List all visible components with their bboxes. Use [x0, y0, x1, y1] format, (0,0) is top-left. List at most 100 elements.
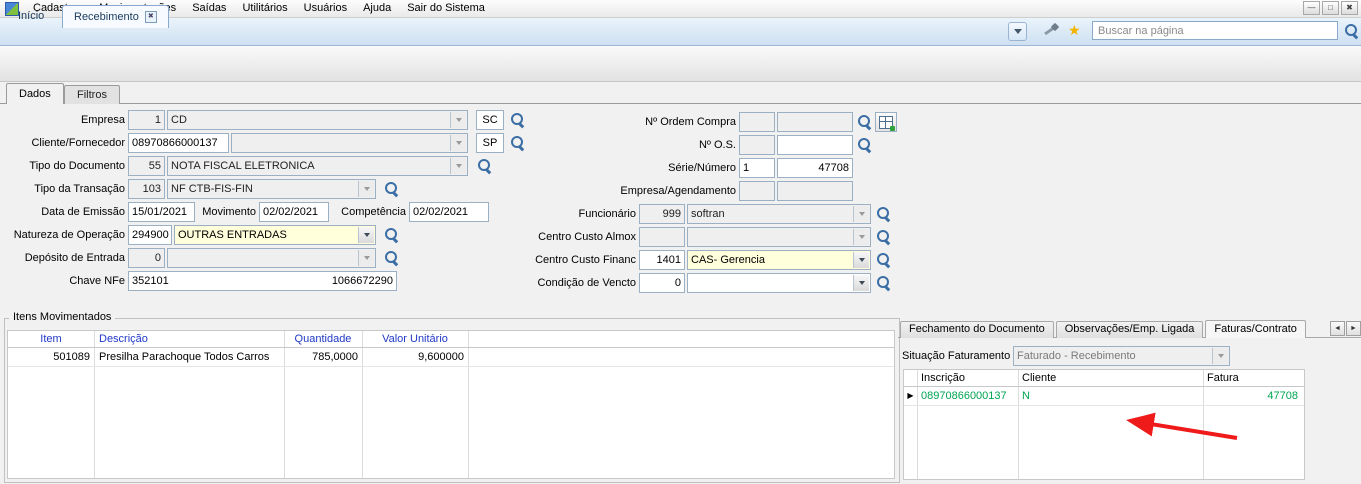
empresa-uf-field[interactable]: SC	[476, 110, 504, 130]
centro-custo-almox-code-field[interactable]	[639, 227, 685, 247]
tipo-documento-lookup-button[interactable]	[476, 157, 494, 175]
faturas-col-fatura[interactable]: Fatura	[1207, 370, 1302, 386]
combo-arrow-icon[interactable]	[358, 227, 374, 243]
centro-custo-financ-combo[interactable]: CAS- Gerencia	[687, 250, 871, 270]
centro-custo-almox-combo[interactable]	[687, 227, 871, 247]
deposito-code-field[interactable]: 0	[128, 248, 165, 268]
natureza-code-field[interactable]: 294900	[128, 225, 172, 245]
combo-arrow-icon[interactable]	[853, 275, 869, 291]
faturas-col-inscricao[interactable]: Inscrição	[921, 370, 1016, 386]
deposito-label: Depósito de Entrada	[0, 248, 125, 268]
itens-col-item[interactable]: Item	[8, 331, 94, 347]
os-lookup-button[interactable]	[856, 136, 874, 154]
ordem-compra-label: Nº Ordem Compra	[560, 112, 736, 132]
combo-arrow-icon	[358, 181, 374, 197]
cliente-name-combo[interactable]	[231, 133, 468, 153]
deposito-lookup-button[interactable]	[383, 249, 401, 267]
cliente-code-field[interactable]: 08970866000137	[128, 133, 229, 153]
tab-dados[interactable]: Dados	[6, 83, 64, 104]
tab-recebimento[interactable]: Recebimento ✖	[62, 5, 169, 28]
movimento-field[interactable]: 02/02/2021	[259, 202, 329, 222]
deposito-combo[interactable]	[167, 248, 376, 268]
os-field2[interactable]	[777, 135, 853, 155]
menu-sair[interactable]: Sair do Sistema	[399, 0, 493, 17]
os-field1[interactable]	[739, 135, 775, 155]
natureza-label: Natureza de Operação	[0, 225, 125, 245]
tab-faturas-contrato[interactable]: Faturas/Contrato	[1205, 320, 1306, 338]
pin-icon[interactable]	[1042, 23, 1058, 39]
favorites-star-icon[interactable]: ★	[1068, 21, 1081, 39]
menu-bar: Cadastros Movimentações Saídas Utilitári…	[0, 0, 1361, 18]
ordem-compra-field1[interactable]	[739, 112, 775, 132]
numero-field[interactable]: 47708	[777, 158, 853, 178]
search-icon[interactable]	[1343, 22, 1361, 40]
tipo-transacao-code-field[interactable]: 103	[128, 179, 165, 199]
itens-col-descricao[interactable]: Descrição	[99, 331, 279, 347]
empresa-agendamento-field2[interactable]	[777, 181, 853, 201]
tab-fechamento-documento[interactable]: Fechamento do Documento	[900, 321, 1054, 338]
situacao-faturamento-combo[interactable]: Faturado - Recebimento	[1013, 346, 1230, 366]
empresa-agendamento-field1[interactable]	[739, 181, 775, 201]
data-emissao-field[interactable]: 15/01/2021	[128, 202, 195, 222]
itens-col-valor[interactable]: Valor Unitário	[362, 331, 468, 347]
competencia-field[interactable]: 02/02/2021	[409, 202, 489, 222]
funcionario-code-field[interactable]: 999	[639, 204, 685, 224]
itens-grid[interactable]: Item Descrição Quantidade Valor Unitário…	[7, 330, 895, 479]
combo-arrow-icon[interactable]	[853, 252, 869, 268]
empresa-lookup-button[interactable]	[509, 111, 527, 129]
chave-nfe-field[interactable]: 352101 1066672290	[128, 271, 397, 291]
centro-custo-financ-code-field[interactable]: 1401	[639, 250, 685, 270]
centro-custo-almox-lookup-button[interactable]	[875, 228, 893, 246]
menu-utilitarios[interactable]: Utilitários	[234, 0, 295, 17]
menu-ajuda[interactable]: Ajuda	[355, 0, 399, 17]
condicao-vencto-lookup-button[interactable]	[875, 274, 893, 292]
cliente-lookup-button[interactable]	[509, 134, 527, 152]
funcionario-combo[interactable]: softran	[687, 204, 871, 224]
centro-custo-financ-lookup-button[interactable]	[875, 251, 893, 269]
menu-saidas[interactable]: Saídas	[184, 0, 234, 17]
serie-numero-label: Série/Número	[560, 158, 736, 178]
empresa-label: Empresa	[0, 110, 125, 130]
table-icon	[879, 116, 893, 129]
combo-arrow-icon	[853, 206, 869, 222]
condicao-vencto-combo[interactable]	[687, 273, 871, 293]
inscricao-cell: 08970866000137	[921, 388, 1016, 404]
centro-custo-almox-label: Centro Custo Almox	[480, 227, 636, 247]
tabs-scroll-left-button[interactable]: ◄	[1330, 321, 1345, 336]
natureza-lookup-button[interactable]	[383, 226, 401, 244]
ordem-compra-field2[interactable]	[777, 112, 853, 132]
itens-col-quantidade[interactable]: Quantidade	[284, 331, 362, 347]
menu-usuarios[interactable]: Usuários	[296, 0, 355, 17]
competencia-label: Competência	[332, 202, 406, 222]
funcionario-lookup-button[interactable]	[875, 205, 893, 223]
faturas-grid[interactable]: Inscrição Cliente Fatura ▶ 0897086600013…	[903, 369, 1305, 480]
tipo-documento-combo[interactable]: NOTA FISCAL ELETRONICA	[167, 156, 468, 176]
tab-close-icon[interactable]: ✖	[145, 11, 157, 23]
serie-field[interactable]: 1	[739, 158, 775, 178]
tab-filtros[interactable]: Filtros	[64, 85, 120, 104]
close-icon[interactable]: ✖	[1341, 1, 1358, 15]
ordem-compra-grid-button[interactable]	[875, 112, 897, 132]
tab-list-dropdown-button[interactable]	[1008, 22, 1027, 41]
combo-arrow-icon	[1212, 348, 1228, 364]
faturas-col-cliente[interactable]: Cliente	[1022, 370, 1200, 386]
maximize-icon[interactable]: □	[1322, 1, 1339, 15]
tabs-scroll-right-button[interactable]: ►	[1346, 321, 1361, 336]
combo-arrow-icon	[450, 112, 466, 128]
search-input[interactable]	[1092, 21, 1338, 40]
row-indicator-icon: ▶	[904, 388, 917, 404]
minimize-icon[interactable]: —	[1303, 1, 1320, 15]
cliente-cell: N	[1022, 388, 1200, 404]
cliente-uf-field[interactable]: SP	[476, 133, 504, 153]
item-cell: 501089	[8, 349, 90, 365]
app-icon[interactable]	[5, 2, 19, 16]
condicao-vencto-code-field[interactable]: 0	[639, 273, 685, 293]
empresa-code-field[interactable]: 1	[128, 110, 165, 130]
tipo-documento-code-field[interactable]: 55	[128, 156, 165, 176]
ordem-compra-lookup-button[interactable]	[856, 113, 874, 131]
tipo-transacao-combo[interactable]: NF CTB-FIS-FIN	[167, 179, 376, 199]
tipo-transacao-lookup-button[interactable]	[383, 180, 401, 198]
natureza-combo[interactable]: OUTRAS ENTRADAS	[174, 225, 376, 245]
tab-observacoes-emp-ligada[interactable]: Observações/Emp. Ligada	[1056, 321, 1204, 338]
empresa-name-combo[interactable]: CD	[167, 110, 468, 130]
